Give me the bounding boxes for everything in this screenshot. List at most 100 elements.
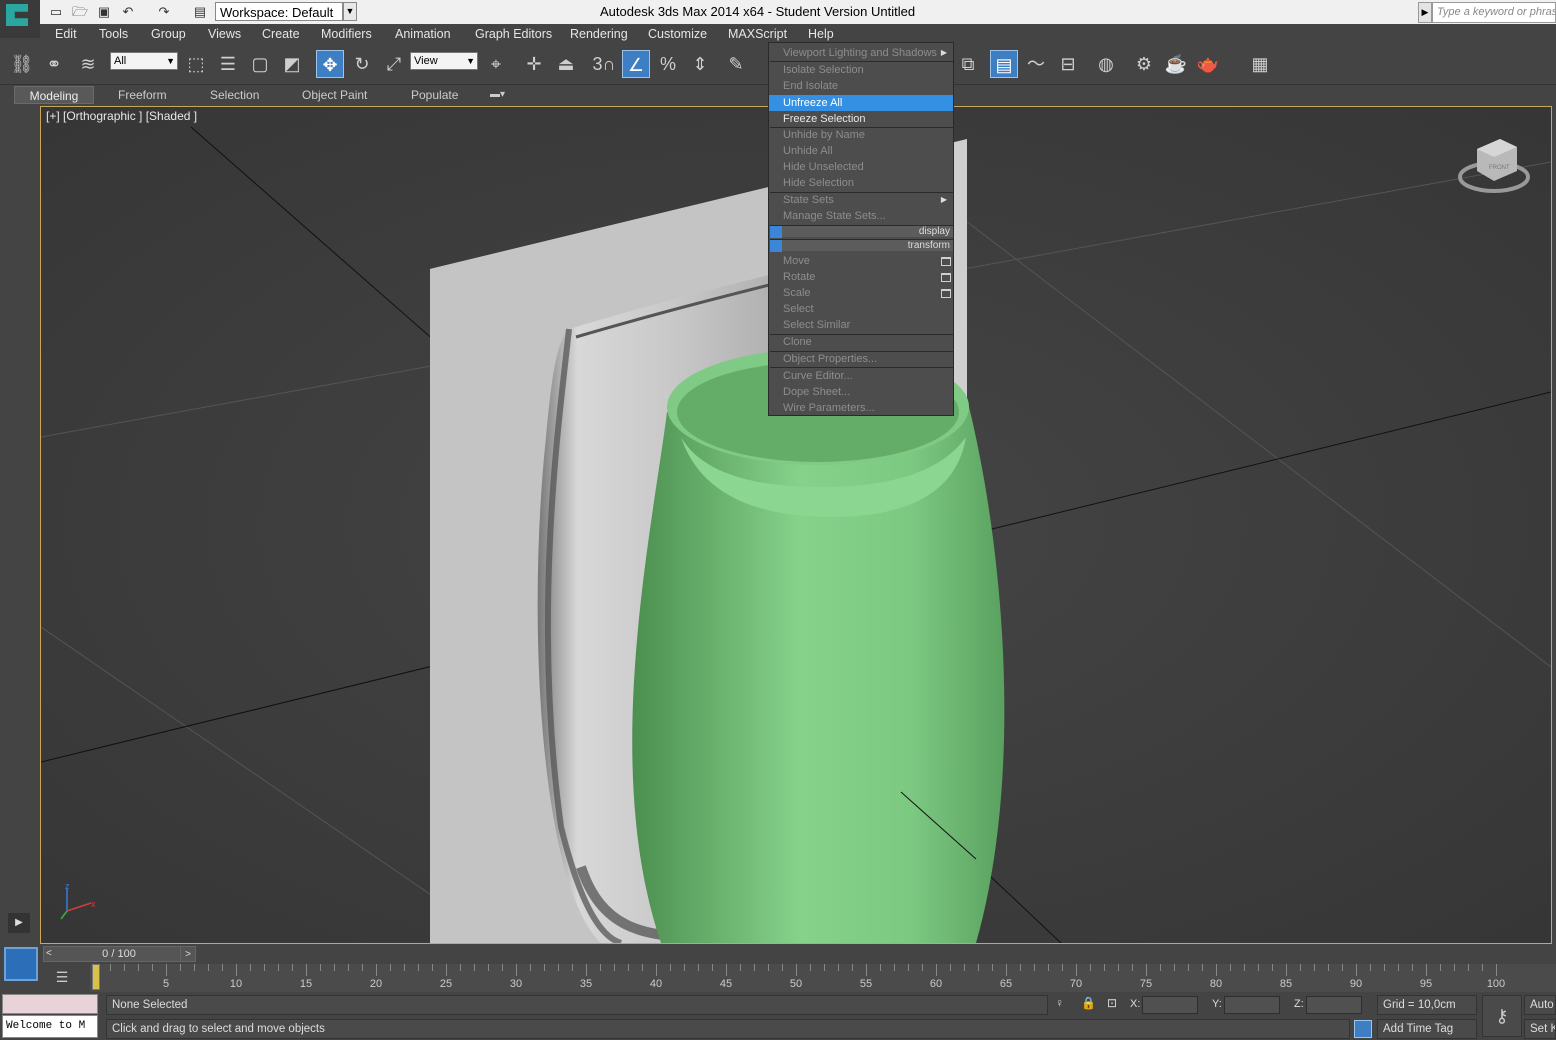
menu-item-hide-unselected[interactable]: Hide Unselected	[769, 159, 953, 175]
x-coord-field[interactable]	[1142, 996, 1198, 1014]
menu-item-viewport-lighting-and-shadows[interactable]: Viewport Lighting and Shadows ▶	[769, 45, 953, 61]
snaps-toggle-icon[interactable]: 3∩	[590, 50, 618, 78]
menu-graph-editors[interactable]: Graph Editors	[475, 27, 552, 41]
settings-box-icon[interactable]	[941, 257, 951, 266]
auto-key-button[interactable]: Auto	[1524, 995, 1556, 1015]
lock-selection-icon[interactable]: 🔒	[1081, 996, 1096, 1014]
ribbon-options-icon[interactable]: ▬▾	[490, 86, 505, 104]
menu-item-freeze-selection[interactable]: Freeze Selection	[769, 111, 953, 127]
window-crossing-icon[interactable]: ◩	[278, 50, 306, 78]
prev-frame-icon[interactable]: <	[46, 947, 52, 961]
search-input[interactable]: Type a keyword or phrase	[1432, 2, 1556, 23]
expand-panel-icon[interactable]: ▶	[8, 913, 30, 933]
set-key-button[interactable]: Set K	[1524, 1019, 1556, 1039]
menu-maxscript[interactable]: MAXScript	[728, 27, 787, 41]
menu-item-manage-state-sets[interactable]: Manage State Sets...	[769, 208, 953, 224]
menu-item-dope-sheet[interactable]: Dope Sheet...	[769, 384, 953, 400]
app-logo-button[interactable]	[0, 0, 40, 38]
menu-item-object-properties[interactable]: Object Properties...	[769, 351, 953, 367]
select-and-rotate-icon[interactable]: ↻	[348, 50, 376, 78]
open-file-icon[interactable]: 🗁	[72, 4, 88, 20]
tab-selection[interactable]: Selection	[210, 86, 259, 104]
time-tag-icon[interactable]	[1354, 1020, 1372, 1038]
current-frame-marker[interactable]	[92, 964, 100, 990]
render-setup-icon[interactable]: ⚙	[1130, 50, 1158, 78]
isolate-selection-icon[interactable]: ♀	[1055, 996, 1069, 1014]
absolute-mode-icon[interactable]: ⊡	[1107, 996, 1121, 1014]
y-coord-field[interactable]	[1224, 996, 1280, 1014]
menu-item-unhide-by-name[interactable]: Unhide by Name	[769, 127, 953, 143]
keyboard-shortcut-override-icon[interactable]: ⏏	[552, 50, 580, 78]
bind-space-warp-icon[interactable]: ≋	[74, 50, 102, 78]
mini-curve-editor-icon[interactable]	[4, 947, 38, 981]
tab-populate[interactable]: Populate	[411, 86, 458, 104]
menu-item-scale[interactable]: Scale	[769, 285, 953, 301]
time-slider[interactable]: < 0 / 100	[43, 946, 195, 962]
unlink-icon[interactable]: ⚭	[40, 50, 68, 78]
menu-item-clone[interactable]: Clone	[769, 334, 953, 350]
layer-explorer-icon[interactable]: ⧉	[954, 50, 982, 78]
settings-box-icon[interactable]	[941, 289, 951, 298]
menu-create[interactable]: Create	[262, 27, 300, 41]
save-file-icon[interactable]: ▣	[96, 4, 112, 20]
tab-freeform[interactable]: Freeform	[118, 86, 167, 104]
menu-item-isolate-selection[interactable]: Isolate Selection	[769, 62, 953, 78]
track-bar[interactable]: 5 10 15 20 25 30 35 40 45 50 55 60 65 70 75 80 85 90 95 100	[90, 964, 1556, 992]
link-icon[interactable]: ⛓	[8, 50, 36, 78]
menu-item-state-sets[interactable]: State Sets ▶	[769, 192, 953, 208]
pivot-center-icon[interactable]: ⌖	[482, 50, 510, 78]
menu-item-rotate[interactable]: Rotate	[769, 269, 953, 285]
menu-rendering[interactable]: Rendering	[570, 27, 628, 41]
project-folder-icon[interactable]: ▤	[192, 4, 208, 20]
set-key-icon[interactable]: ⚷	[1482, 995, 1522, 1037]
select-manipulate-icon[interactable]: ✛	[520, 50, 548, 78]
toggle-ribbon-icon[interactable]: ▤	[990, 50, 1018, 78]
viewport-label-menu[interactable]: [+] [Orthographic ] [Shaded ]	[46, 109, 197, 123]
menu-customize[interactable]: Customize	[648, 27, 707, 41]
undo-icon[interactable]: ↶	[120, 4, 136, 20]
schematic-view-icon[interactable]: ⊟	[1054, 50, 1082, 78]
rectangular-selection-icon[interactable]: ▢	[246, 50, 274, 78]
search-expand-icon[interactable]: ▶	[1418, 2, 1432, 23]
menu-item-select-similar[interactable]: Select Similar	[769, 317, 953, 333]
select-by-name-icon[interactable]: ☰	[214, 50, 242, 78]
select-and-move-icon[interactable]: ✥	[316, 50, 344, 78]
menu-item-hide-selection[interactable]: Hide Selection	[769, 175, 953, 191]
chevron-down-icon[interactable]: ▼	[343, 2, 357, 21]
workspace-dropdown[interactable]: Workspace: Default	[215, 2, 343, 21]
trackbar-toggle-icon[interactable]: ☰	[50, 966, 74, 988]
maxscript-mini-listener-top[interactable]	[2, 994, 98, 1014]
redo-icon[interactable]: ↷	[156, 4, 172, 20]
spinner-snap-icon[interactable]: ⇕	[686, 50, 714, 78]
material-editor-icon[interactable]: ◍	[1092, 50, 1120, 78]
settings-box-icon[interactable]	[941, 273, 951, 282]
menu-item-select[interactable]: Select	[769, 301, 953, 317]
percent-snap-icon[interactable]: %	[654, 50, 682, 78]
next-frame-icon[interactable]: >	[180, 946, 196, 962]
angle-snap-icon[interactable]: ∠	[622, 50, 650, 78]
maxscript-listener-input[interactable]: Welcome to M	[2, 1015, 98, 1038]
menu-views[interactable]: Views	[208, 27, 241, 41]
menu-help[interactable]: Help	[808, 27, 834, 41]
tab-object-paint[interactable]: Object Paint	[302, 86, 367, 104]
menu-item-wire-parameters[interactable]: Wire Parameters...	[769, 400, 953, 416]
menu-item-end-isolate[interactable]: End Isolate	[769, 78, 953, 94]
command-panel-icon[interactable]: ▦	[1246, 50, 1274, 78]
curve-editor-icon[interactable]: 〜	[1022, 50, 1050, 78]
edit-named-selection-icon[interactable]: ✎	[722, 50, 750, 78]
menu-edit[interactable]: Edit	[55, 27, 77, 41]
menu-tools[interactable]: Tools	[99, 27, 128, 41]
select-and-scale-icon[interactable]: ⤢	[380, 50, 408, 78]
menu-item-unhide-all[interactable]: Unhide All	[769, 143, 953, 159]
rendered-frame-window-icon[interactable]: ☕	[1162, 50, 1190, 78]
menu-item-curve-editor[interactable]: Curve Editor...	[769, 368, 953, 384]
add-time-tag[interactable]: Add Time Tag	[1377, 1019, 1477, 1039]
menu-item-unfreeze-all[interactable]: Unfreeze All	[769, 95, 953, 111]
menu-animation[interactable]: Animation	[395, 27, 451, 41]
new-file-icon[interactable]: ▭	[48, 4, 64, 20]
menu-item-move[interactable]: Move	[769, 253, 953, 269]
reference-coordinate-dropdown[interactable]: View ▼	[410, 52, 478, 70]
menu-modifiers[interactable]: Modifiers	[321, 27, 372, 41]
menu-group[interactable]: Group	[151, 27, 186, 41]
render-production-icon[interactable]: 🫖	[1194, 50, 1222, 78]
